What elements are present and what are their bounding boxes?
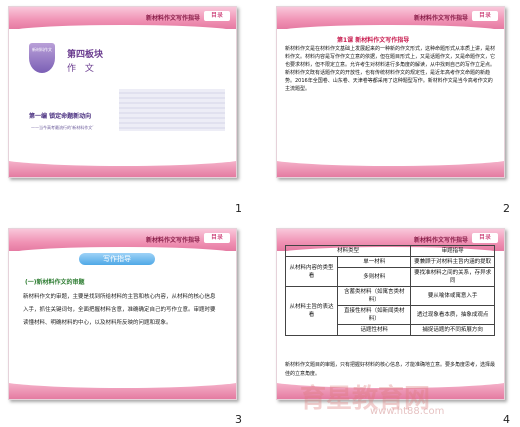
section-subtitle: ——当今高考最流行的‘新材料作文’: [31, 125, 94, 130]
slide-header-bar: 新材料作文写作指导 目录: [277, 7, 504, 33]
text-block-image: [119, 89, 225, 131]
slide-thumbnail-3[interactable]: 新材料作文写作指导 目录 写作指导 (一)新材料作文的审题 新材料作文的审题，主…: [8, 228, 237, 400]
subsection-heading: (一)新材料作文的审题: [25, 279, 85, 286]
table-cell: 要兼顾于对材料主旨内涵的提取: [410, 256, 495, 268]
guidance-table: 材料类型 审题指导 从材料内容的类型看 单一材料 要兼顾于对材料主旨内涵的提取 …: [284, 245, 495, 336]
slide-footer-bar: [9, 378, 236, 399]
header-title: 新材料作文写作指导: [413, 15, 468, 22]
header-title: 新材料作文写作指导: [145, 237, 200, 244]
table-cell: 含蓄类材料（如寓言类材料）: [337, 286, 412, 306]
module-subtitle: 作 文: [67, 64, 97, 74]
module-badge: 新材料作文: [29, 43, 55, 73]
menu-button[interactable]: 目录: [472, 11, 498, 21]
table-cell: 要从喻体或寓意入手: [410, 286, 495, 306]
table-header: 材料类型: [284, 245, 412, 257]
table-cell: 话题性材料: [337, 324, 412, 336]
slide-header-bar: 新材料作文写作指导 目录: [9, 229, 236, 255]
slide-thumbnail-1[interactable]: 新材料作文写作指导 目录 新材料作文 第四板块 作 文 第一编 锁定命题新动向 …: [8, 6, 237, 178]
table-cell: 透过现象看本质，抽象成观点: [410, 305, 495, 325]
table-row: 从材料内容的类型看 单一材料 要兼顾于对材料主旨内涵的提取: [284, 256, 495, 287]
table-cell: 多则材料: [337, 267, 412, 287]
module-title: 第四板块: [67, 50, 104, 60]
table-header: 审题指导: [410, 245, 495, 257]
table-footnote: 新材料作文题目的审题，只有把握好材料的核心信息，才能准确地立意。要多角度思考，选…: [285, 362, 496, 377]
table-cell: 单一材料: [337, 256, 412, 268]
subsection-body: 新材料作文的审题，主要是找到所给材料的主旨和核心内容，从材料的核心信息入手，抓住…: [23, 294, 216, 326]
lesson-body: 新材料作文是在材料作文基础上发展起来的一种新的作文形式，这种命题形式从本质上讲，…: [285, 46, 496, 92]
table-cell: 从材料主旨的表达看: [284, 286, 339, 336]
header-title: 新材料作文写作指导: [145, 15, 200, 22]
menu-button[interactable]: 目录: [472, 233, 498, 243]
table-cell: 从材料内容的类型看: [284, 256, 339, 287]
section-title: 第一编 锁定命题新动向: [29, 113, 92, 120]
section-banner: 写作指导: [79, 253, 155, 265]
menu-button[interactable]: 目录: [204, 233, 230, 243]
watermark-url: www.ht88.com: [370, 406, 445, 417]
slide-footer-bar: [277, 156, 504, 177]
slide-header-bar: 新材料作文写作指导 目录: [9, 7, 236, 33]
header-title: 新材料作文写作指导: [413, 237, 468, 244]
slide-footer-bar: [9, 156, 236, 177]
slide-number: 2: [503, 202, 510, 215]
table-cell: 直接性材料（如新闻类材料）: [337, 305, 412, 325]
lesson-title: 第1课 新材料作文写作指导: [337, 37, 410, 44]
slide-thumbnail-4[interactable]: 新材料作文写作指导 目录 材料类型 审题指导 从材料内容的类型看 单一材料 要兼…: [276, 228, 505, 400]
slide-number: 4: [503, 413, 510, 426]
slide-thumbnail-2[interactable]: 新材料作文写作指导 目录 第1课 新材料作文写作指导 新材料作文是在材料作文基础…: [276, 6, 505, 178]
table-cell: 要找准材料之间的关系，存异求同: [410, 267, 495, 287]
slide-number: 3: [235, 413, 242, 426]
table-cell: 捕捉话题的不同拓展方向: [410, 324, 495, 336]
slide-number: 1: [235, 202, 242, 215]
menu-button[interactable]: 目录: [204, 11, 230, 21]
table-row: 从材料主旨的表达看 含蓄类材料（如寓言类材料） 要从喻体或寓意入手: [284, 286, 495, 336]
table-header-row: 材料类型 审题指导: [284, 245, 495, 257]
